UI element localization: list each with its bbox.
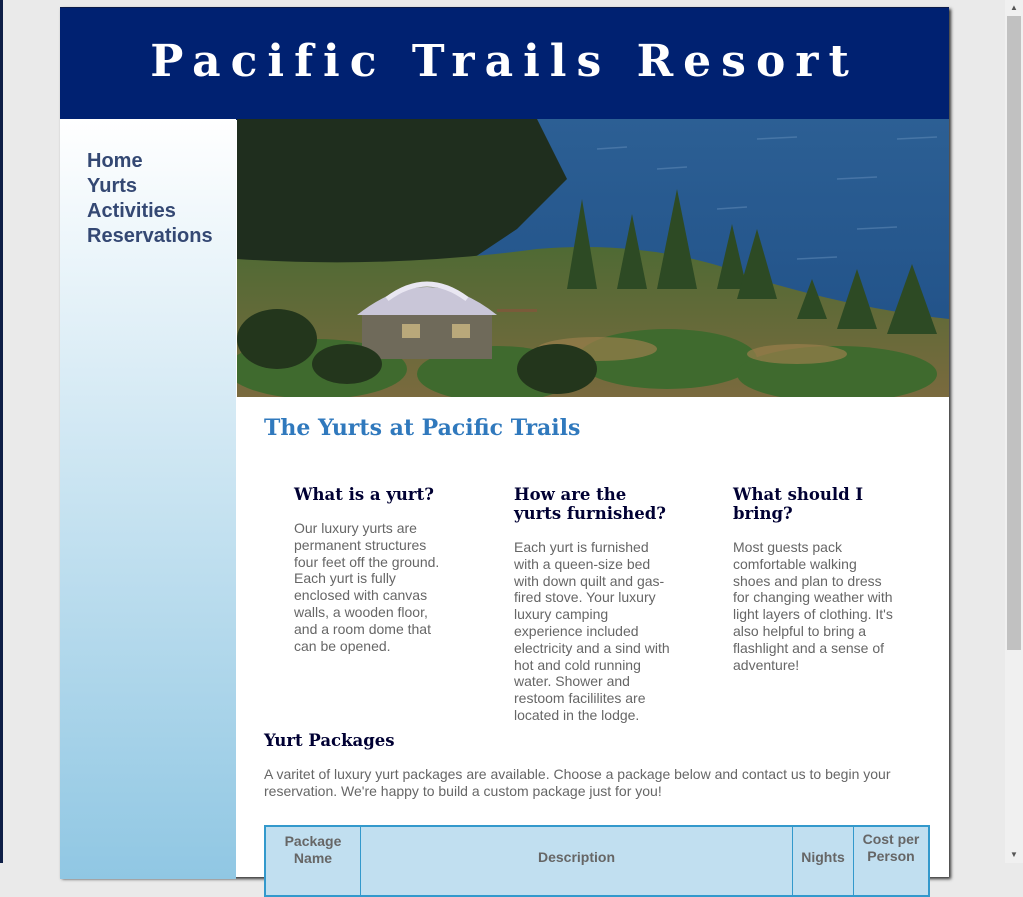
- scroll-down-arrow-icon[interactable]: ▼: [1008, 849, 1020, 861]
- page-wrapper: Pacific Trails Resort Home Yurts Activit…: [60, 7, 949, 897]
- main-nav: Home Yurts Activities Reservations: [60, 119, 236, 879]
- page-heading: The Yurts at Pacific Trails: [264, 415, 581, 441]
- table-header-description: Description: [360, 825, 793, 897]
- hero-image-yurt-by-ocean: [237, 119, 949, 397]
- packages-title: Yurt Packages: [264, 731, 395, 750]
- column-text: Our luxury yurts are permanent structure…: [294, 520, 440, 654]
- scrollbar-thumb[interactable]: [1007, 16, 1021, 650]
- column-title: How are the yurts furnished?: [514, 485, 666, 523]
- packages-text: A varitet of luxury yurt packages are av…: [264, 766, 891, 799]
- nav-item-activities: Activities: [87, 199, 236, 224]
- scroll-up-arrow-icon[interactable]: ▲: [1008, 2, 1020, 14]
- table-header-package-name: Package Name: [264, 825, 361, 897]
- column-title: What should I bring?: [733, 485, 864, 523]
- column-text: Most guests pack comfortable walking sho…: [733, 539, 893, 673]
- table-header-row: Package Name Description Nights Cost per…: [264, 825, 930, 897]
- nav-item-home: Home: [87, 149, 236, 174]
- nav-item-reservations: Reservations: [87, 224, 236, 249]
- nav-item-yurts: Yurts: [87, 174, 236, 199]
- table-header-cost-per-person: Cost per Person: [853, 825, 930, 897]
- nav-link-reservations[interactable]: Reservations: [87, 225, 213, 247]
- nav-link-yurts[interactable]: Yurts: [87, 175, 137, 197]
- table-header-nights: Nights: [792, 825, 854, 897]
- column-title: What is a yurt?: [294, 485, 434, 504]
- site-title: Pacific Trails Resort: [150, 36, 859, 87]
- column-what-is-a-yurt: What is a yurt? Our luxury yurts are per…: [294, 485, 454, 654]
- column-what-to-bring: What should I bring? Most guests pack co…: [733, 485, 893, 673]
- column-how-furnished: How are the yurts furnished? Each yurt i…: [514, 485, 674, 724]
- packages-table: Package Name Description Nights Cost per…: [264, 825, 930, 897]
- site-header: Pacific Trails Resort: [60, 7, 949, 120]
- nav-link-home[interactable]: Home: [87, 150, 143, 172]
- column-text: Each yurt is furnished with a queen-size…: [514, 539, 670, 723]
- window-left-edge: [0, 0, 3, 863]
- nav-link-activities[interactable]: Activities: [87, 200, 176, 222]
